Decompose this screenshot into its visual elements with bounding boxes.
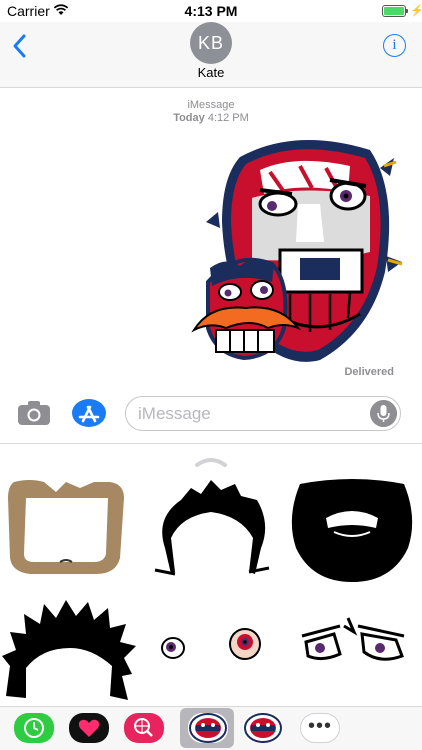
time-label: 4:12 PM	[207, 112, 249, 124]
hockey-mask-app-icon	[244, 713, 282, 743]
sticker-item[interactable]	[282, 596, 422, 706]
hockey-mask-sticker-app-selected[interactable]	[188, 713, 228, 743]
message-input[interactable]	[138, 402, 358, 426]
black-hair-sticker[interactable]	[141, 478, 281, 588]
delivery-status: Delivered	[344, 366, 394, 378]
sticker-item[interactable]	[282, 478, 422, 588]
clock-icon	[24, 718, 44, 738]
recents-app[interactable]	[14, 713, 54, 743]
hockey-mask-app-icon	[189, 713, 227, 743]
status-bar: Carrier 4:13 PM ⚡	[0, 0, 422, 22]
tan-goalie-mask-sticker[interactable]	[0, 478, 140, 588]
clock: 4:13 PM	[184, 3, 238, 19]
more-apps-button[interactable]: •••	[300, 713, 340, 743]
info-icon[interactable]: i	[383, 34, 406, 57]
sticker-item[interactable]	[0, 596, 140, 706]
app-tray: •••	[0, 706, 422, 750]
small-eyes-sticker[interactable]	[141, 596, 281, 706]
battery-icon	[382, 5, 406, 17]
sticker-item[interactable]	[141, 596, 281, 706]
digital-touch-app[interactable]	[69, 713, 109, 743]
goalie-mask-sticker[interactable]	[180, 132, 410, 372]
message-input-field[interactable]	[125, 396, 401, 431]
image-search-app[interactable]	[124, 713, 164, 743]
contact-name[interactable]: Kate	[0, 65, 422, 80]
sticker-drawer	[0, 444, 422, 706]
angry-eyes-sticker[interactable]	[282, 596, 422, 706]
globe-search-icon	[134, 718, 153, 737]
date-label: Today	[173, 112, 205, 124]
sticker-item[interactable]	[141, 478, 281, 588]
heart-icon	[78, 719, 100, 737]
sticker-item[interactable]	[0, 478, 140, 588]
camera-icon[interactable]	[17, 400, 51, 426]
battery-tip	[406, 9, 408, 13]
chevron-left-icon[interactable]	[10, 32, 30, 60]
chevron-up-icon[interactable]	[193, 454, 229, 468]
black-beard-sticker[interactable]	[282, 478, 422, 588]
spiky-black-hair-sticker[interactable]	[0, 596, 140, 706]
avatar[interactable]: KB	[190, 22, 232, 64]
microphone-icon[interactable]	[370, 400, 397, 427]
service-label: iMessage	[187, 99, 235, 111]
lightning-bolt-icon: ⚡	[410, 5, 422, 17]
conversation-header: KB Kate i	[0, 22, 422, 88]
hockey-mask-sticker-app[interactable]	[243, 713, 283, 743]
compose-bar	[0, 392, 422, 444]
timestamp: Today 4:12 PM	[0, 112, 422, 124]
app-store-icon[interactable]	[71, 398, 107, 428]
